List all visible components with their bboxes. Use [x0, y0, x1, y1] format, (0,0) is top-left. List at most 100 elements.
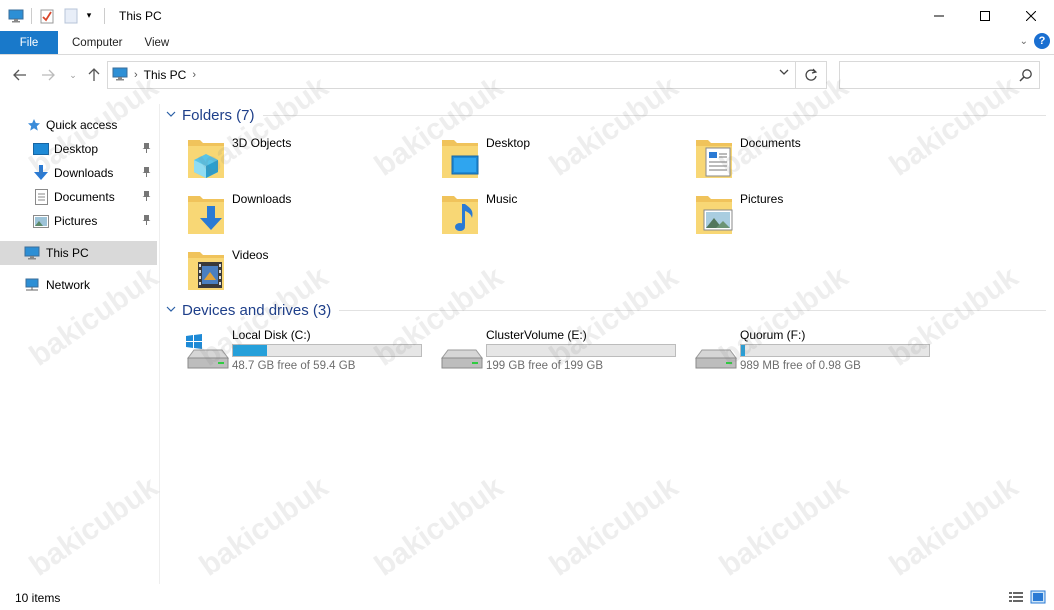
- up-button[interactable]: [84, 64, 104, 86]
- navigation-bar: ⌄ › This PC ›: [0, 60, 1054, 90]
- download-icon: [33, 165, 49, 181]
- sidebar-item-network[interactable]: Network: [0, 273, 157, 297]
- search-box[interactable]: [839, 61, 1040, 89]
- sidebar-item-label: Downloads: [54, 166, 114, 180]
- folder-music[interactable]: Music: [440, 190, 690, 242]
- search-input[interactable]: [840, 62, 1010, 88]
- drive-free-space: 989 MB free of 0.98 GB: [740, 360, 861, 372]
- folder-videos[interactable]: Videos: [186, 246, 436, 298]
- view-switcher: [1008, 590, 1046, 607]
- pin-icon[interactable]: [142, 167, 151, 180]
- sidebar-item-desktop[interactable]: Desktop: [0, 137, 157, 161]
- documents-folder-icon: [694, 134, 740, 182]
- expand-ribbon-chevron-icon[interactable]: ⌄: [1020, 36, 1028, 47]
- minimize-button[interactable]: [916, 0, 962, 31]
- hard-drive-icon: [694, 332, 740, 372]
- sidebar-item-documents[interactable]: Documents: [0, 185, 157, 209]
- quick-access-toolbar: ▾ This PC: [0, 0, 162, 31]
- customize-toolbar-chevron-icon[interactable]: ▾: [80, 7, 98, 25]
- breadcrumb-chevron-icon[interactable]: ›: [192, 69, 196, 81]
- group-title: Devices and drives (3): [182, 302, 332, 319]
- sidebar-item-label: Quick access: [46, 118, 118, 132]
- drive-label: Local Disk (C:): [232, 328, 311, 342]
- collapse-chevron-icon[interactable]: [166, 305, 180, 316]
- large-icons-view-icon[interactable]: [1030, 590, 1046, 607]
- breadcrumb-this-pc[interactable]: This PC: [144, 68, 187, 82]
- collapse-chevron-icon[interactable]: [166, 110, 180, 121]
- properties-icon[interactable]: [38, 7, 56, 25]
- window-title: This PC: [119, 8, 162, 23]
- ribbon-right-controls: ⌄ ?: [1020, 33, 1050, 49]
- back-button[interactable]: [10, 64, 30, 86]
- pin-icon[interactable]: [142, 191, 151, 204]
- pin-icon[interactable]: [142, 143, 151, 156]
- sidebar-item-label: Network: [46, 278, 91, 292]
- new-folder-icon[interactable]: [62, 7, 80, 25]
- ribbon-tabs: File Computer View ⌄ ?: [0, 31, 1054, 55]
- pictures-folder-icon: [694, 190, 740, 238]
- help-icon[interactable]: ?: [1034, 33, 1050, 49]
- refresh-button[interactable]: [796, 61, 827, 89]
- sidebar-item-this-pc[interactable]: This PC: [0, 241, 157, 265]
- folder-label: Videos: [232, 248, 269, 262]
- sidebar-item-quick-access[interactable]: Quick access: [0, 113, 157, 137]
- drive-free-space: 199 GB free of 199 GB: [486, 360, 603, 372]
- item-count: 10 items: [15, 591, 61, 605]
- drive-f[interactable]: Quorum (F:) 989 MB free of 0.98 GB: [694, 326, 944, 378]
- breadcrumb: › This PC ›: [112, 67, 196, 84]
- forward-button[interactable]: [38, 64, 58, 86]
- folder-downloads[interactable]: Downloads: [186, 190, 436, 242]
- address-bar[interactable]: › This PC ›: [107, 61, 796, 89]
- downloads-folder-icon: [186, 190, 232, 238]
- hard-drive-icon: [440, 332, 486, 372]
- sidebar-item-downloads[interactable]: Downloads: [0, 161, 157, 185]
- tab-file[interactable]: File: [0, 31, 58, 54]
- drive-c[interactable]: Local Disk (C:) 48.7 GB free of 59.4 GB: [186, 326, 436, 378]
- drives-group-header[interactable]: Devices and drives (3): [166, 302, 1046, 319]
- sidebar-item-label: Desktop: [54, 142, 99, 156]
- status-bar: 10 items: [0, 586, 1054, 610]
- navigation-pane: Quick access Desktop Downloads Documents…: [0, 104, 160, 584]
- drive-usage-fill: [233, 345, 267, 356]
- folder-documents[interactable]: Documents: [694, 134, 944, 186]
- recent-locations-chevron-icon[interactable]: ⌄: [63, 64, 83, 86]
- pin-icon[interactable]: [142, 215, 151, 228]
- folder-pictures[interactable]: Pictures: [694, 190, 944, 242]
- 3d-objects-folder-icon: [186, 134, 232, 182]
- folder-label: Pictures: [740, 192, 784, 206]
- maximize-button[interactable]: [962, 0, 1008, 31]
- network-icon: [24, 277, 40, 293]
- folder-3d-objects[interactable]: 3D Objects: [186, 134, 436, 186]
- drive-label: ClusterVolume (E:): [486, 328, 587, 342]
- sidebar-item-pictures[interactable]: Pictures: [0, 209, 157, 233]
- drive-e[interactable]: ClusterVolume (E:) 199 GB free of 199 GB: [440, 326, 690, 378]
- drive-usage-bar: [740, 344, 930, 357]
- tab-computer[interactable]: Computer: [58, 31, 139, 54]
- separator: [31, 7, 32, 24]
- folder-label: Desktop: [486, 136, 531, 150]
- folders-group-header[interactable]: Folders (7): [166, 107, 1046, 124]
- sidebar-item-label: Pictures: [54, 214, 98, 228]
- separator: [104, 7, 105, 24]
- desktop-folder-icon: [440, 134, 486, 182]
- document-icon: [33, 189, 49, 205]
- divider: [339, 310, 1046, 311]
- drive-label: Quorum (F:): [740, 328, 806, 342]
- address-dropdown-icon[interactable]: [779, 68, 789, 79]
- window-controls: [916, 0, 1054, 31]
- videos-folder-icon: [186, 246, 232, 294]
- search-icon[interactable]: [1019, 68, 1033, 85]
- content-pane: Folders (7) 3D Objects Desktop Documents: [160, 104, 1054, 584]
- music-folder-icon: [440, 190, 486, 238]
- folder-desktop[interactable]: Desktop: [440, 134, 690, 186]
- desktop-icon: [33, 141, 49, 157]
- details-view-icon[interactable]: [1008, 590, 1024, 607]
- drive-usage-bar: [486, 344, 676, 357]
- folder-label: Music: [486, 192, 518, 206]
- drive-usage-fill: [741, 345, 745, 356]
- drive-usage-bar: [232, 344, 422, 357]
- breadcrumb-chevron-icon[interactable]: ›: [134, 69, 138, 81]
- computer-icon: [24, 245, 40, 261]
- close-button[interactable]: [1008, 0, 1054, 31]
- tab-view[interactable]: View: [139, 31, 186, 54]
